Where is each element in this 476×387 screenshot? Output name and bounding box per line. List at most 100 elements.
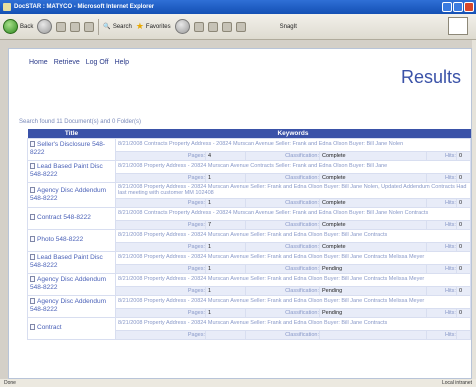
table-row: Contract 8/21/2008 Property Address - 208… bbox=[27, 316, 471, 340]
home-icon[interactable] bbox=[84, 21, 95, 32]
pages-value: 4 bbox=[205, 150, 246, 161]
back-button[interactable]: Back bbox=[3, 19, 33, 34]
document-title-link[interactable]: Agency Disc Addendum 548-8222 bbox=[27, 181, 116, 208]
results-table: Title Keywords Seller's Disclosure 548-8… bbox=[27, 129, 471, 340]
classification-label: Classification: bbox=[245, 329, 320, 340]
pages-label: Pages: bbox=[115, 150, 206, 161]
back-label: Back bbox=[20, 23, 34, 30]
document-title[interactable]: Lead Based Paint Disc 548-8222 bbox=[30, 163, 103, 178]
table-row: Photo 548-8222 8/21/2008 Property Address… bbox=[27, 228, 471, 252]
pages-label: Pages: bbox=[115, 307, 206, 318]
classification-label: Classification: bbox=[245, 285, 320, 296]
edit-icon[interactable] bbox=[235, 21, 246, 32]
document-icon bbox=[30, 141, 35, 147]
document-icon bbox=[30, 254, 35, 260]
document-title-link[interactable]: Photo 548-8222 bbox=[27, 228, 116, 252]
classification-label: Classification: bbox=[245, 307, 320, 318]
nav-retrieve-link[interactable]: Retrieve bbox=[54, 59, 80, 66]
document-title[interactable]: Seller's Disclosure 548-8222 bbox=[30, 141, 105, 156]
classification-label: Classification: bbox=[245, 172, 320, 183]
mail-icon[interactable] bbox=[193, 21, 204, 32]
keywords-cell: 8/21/2008 Property Address - 20824 Mursc… bbox=[115, 228, 471, 243]
keywords-column-header[interactable]: Keywords bbox=[115, 129, 471, 138]
keywords-cell: 8/21/2008 Contracts Property Address - 2… bbox=[115, 137, 471, 152]
classification-value: Pending bbox=[319, 285, 427, 296]
document-icon bbox=[30, 236, 35, 242]
ie-icon bbox=[3, 3, 11, 11]
print-icon[interactable] bbox=[207, 21, 218, 32]
document-icon bbox=[30, 276, 35, 282]
table-row: Agency Disc Addendum 548-8222 8/21/2008 P… bbox=[27, 294, 471, 318]
window-title: DocSTAR : MATYCO - Microsoft Internet Ex… bbox=[14, 4, 155, 10]
snagit-button[interactable]: SnagIt bbox=[280, 24, 297, 30]
hits-value: 0 bbox=[455, 263, 471, 274]
pages-value: 1 bbox=[205, 285, 246, 296]
document-title-link[interactable]: Agency Disc Addendum 548-8222 bbox=[27, 272, 116, 296]
classification-value: Pending bbox=[319, 263, 427, 274]
nav-home-link[interactable]: Home bbox=[29, 59, 48, 66]
document-title[interactable]: Contract 548-8222 bbox=[37, 214, 91, 221]
document-title[interactable]: Contract bbox=[37, 324, 62, 331]
document-title[interactable]: Agency Disc Addendum 548-8222 bbox=[30, 298, 106, 313]
snagit-label: SnagIt bbox=[279, 23, 297, 30]
document-title[interactable]: Photo 548-8222 bbox=[37, 236, 83, 243]
document-title-link[interactable]: Lead Based Paint Disc 548-8222 bbox=[27, 250, 116, 274]
pages-value bbox=[205, 329, 246, 340]
search-icon: 🔍 bbox=[103, 24, 111, 30]
search-summary: Search found 11 Document(s) and 0 Folder… bbox=[19, 119, 141, 125]
document-title-link[interactable]: Seller's Disclosure 548-8222 bbox=[27, 137, 116, 161]
nav-logoff-link[interactable]: Log Off bbox=[86, 59, 109, 66]
document-title[interactable]: Agency Disc Addendum 548-8222 bbox=[30, 187, 106, 202]
folder-icon[interactable] bbox=[221, 21, 232, 32]
pages-value: 7 bbox=[205, 219, 246, 230]
title-column-header[interactable]: Title bbox=[27, 129, 116, 138]
nav-help-link[interactable]: Help bbox=[115, 59, 129, 66]
windows-logo-icon bbox=[448, 17, 468, 35]
keywords-cell: 8/21/2008 Property Address - 20824 Mursc… bbox=[115, 272, 471, 287]
hits-label: Hits: bbox=[425, 263, 457, 274]
document-icon bbox=[30, 214, 35, 220]
document-title[interactable]: Lead Based Paint Disc 548-8222 bbox=[30, 254, 103, 269]
browser-toolbar: Back 🔍 Search ★ Favorites SnagIt bbox=[0, 14, 476, 40]
table-row: Contract 548-8222 8/21/2008 Contracts Pro… bbox=[27, 206, 471, 230]
document-icon bbox=[30, 186, 35, 193]
star-icon: ★ bbox=[135, 21, 144, 31]
hits-value: 0 bbox=[455, 150, 471, 161]
pages-label: Pages: bbox=[115, 172, 206, 183]
document-title[interactable]: Agency Disc Addendum 548-8222 bbox=[30, 276, 106, 291]
classification-value: Pending bbox=[319, 307, 427, 318]
keywords-cell: 8/21/2008 Contracts Property Address - 2… bbox=[115, 206, 471, 221]
hits-value: 0 bbox=[455, 172, 471, 183]
window-titlebar: DocSTAR : MATYCO - Microsoft Internet Ex… bbox=[0, 0, 476, 14]
refresh-icon[interactable] bbox=[70, 21, 81, 32]
search-label: Search bbox=[112, 23, 132, 30]
stop-icon[interactable] bbox=[56, 21, 67, 32]
close-button[interactable] bbox=[464, 2, 474, 12]
keywords-cell: 8/21/2008 Property Address - 20824 Mursc… bbox=[115, 159, 471, 174]
table-row: Lead Based Paint Disc 548-8222 8/21/2008 … bbox=[27, 250, 471, 274]
forward-button[interactable] bbox=[37, 19, 53, 34]
classification-label: Classification: bbox=[245, 219, 320, 230]
hits-value: 0 bbox=[455, 307, 471, 318]
document-title-link[interactable]: Agency Disc Addendum 548-8222 bbox=[27, 294, 116, 318]
pages-label: Pages: bbox=[115, 241, 206, 252]
document-title-link[interactable]: Contract bbox=[27, 316, 116, 340]
history-icon[interactable] bbox=[174, 19, 190, 34]
vertical-scrollbar[interactable] bbox=[472, 40, 476, 379]
search-button[interactable]: 🔍 Search bbox=[103, 23, 132, 31]
hits-value: 0 bbox=[455, 197, 471, 208]
pages-label: Pages: bbox=[115, 285, 206, 296]
document-icon bbox=[30, 163, 35, 169]
hits-label: Hits: bbox=[425, 219, 457, 230]
keywords-cell: 8/21/2008 Property Address - 20824 Mursc… bbox=[115, 316, 471, 331]
document-title-link[interactable]: Lead Based Paint Disc 548-8222 bbox=[27, 159, 116, 183]
pages-label: Pages: bbox=[115, 263, 206, 274]
maximize-button[interactable] bbox=[453, 2, 463, 12]
minimize-button[interactable] bbox=[442, 2, 452, 12]
classification-label: Classification: bbox=[245, 150, 320, 161]
favorites-button[interactable]: ★ Favorites bbox=[136, 21, 171, 32]
status-text: Done bbox=[4, 380, 16, 386]
toolbar-separator bbox=[98, 18, 100, 35]
pages-value: 1 bbox=[205, 241, 246, 252]
document-title-link[interactable]: Contract 548-8222 bbox=[27, 206, 116, 230]
